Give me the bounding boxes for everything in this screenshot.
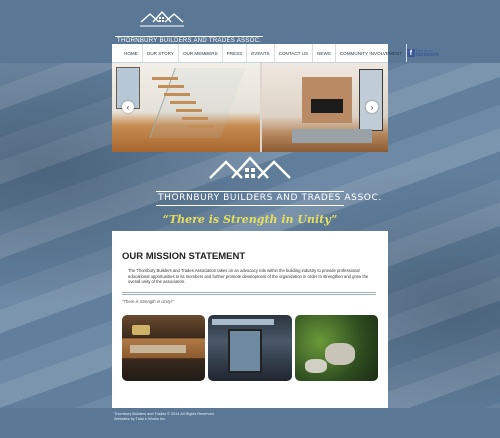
gallery-photo-kitchen[interactable] [122, 315, 206, 381]
facebook-link[interactable]: f Find us on facebook [406, 49, 439, 58]
mission-body: The Thornbury Builders and Trades Associ… [128, 268, 369, 285]
facebook-text: Find us on facebook [415, 49, 439, 58]
main-nav: HOME OUR STORY OUR MEMBERS PRESS EVENTS … [112, 44, 439, 63]
divider [122, 292, 376, 293]
footer-credit-link[interactable]: Websites by Tidal e-Works Inc. [114, 417, 166, 422]
nav-item-contact-us[interactable]: CONTACT US [275, 44, 314, 62]
chevron-left-icon: ‹ [126, 102, 130, 112]
slider-image-staircase [112, 63, 260, 152]
brand-rule-top [156, 191, 344, 192]
gallery-photo-garden[interactable] [294, 315, 378, 381]
facebook-big-text: facebook [415, 52, 439, 58]
nav-item-our-story[interactable]: OUR STORY [143, 44, 179, 62]
mission-title: OUR MISSION STATEMENT [122, 251, 246, 262]
chevron-right-icon: › [370, 102, 374, 112]
nav-item-our-members[interactable]: OUR MEMBERS [179, 44, 223, 62]
nav-item-news[interactable]: NEWS [313, 44, 336, 62]
slider-prev-button[interactable]: ‹ [122, 101, 134, 113]
facebook-icon: f [406, 49, 415, 57]
mission-quote: "There is Strength in Unity!" [122, 299, 174, 304]
nav-item-community-involvement[interactable]: COMMUNITY INVOLVEMENT [336, 44, 407, 62]
nav-item-press[interactable]: PRESS [223, 44, 248, 62]
brand-rule-bottom [156, 205, 344, 206]
houses-logo-icon [209, 156, 291, 179]
houses-logo-icon [140, 10, 184, 27]
tagline: “There is Strength in Unity” [162, 213, 338, 226]
hero-slider: ‹ › [112, 63, 388, 152]
slider-next-button[interactable]: › [366, 101, 378, 113]
page-container: THORNBURY BUILDERS AND TRADES ASSOC. HOM… [112, 0, 439, 421]
nav-item-home[interactable]: HOME [112, 44, 143, 62]
photo-gallery [122, 315, 378, 381]
brand-banner: THORNBURY BUILDERS AND TRADES ASSOC. “Th… [112, 152, 388, 230]
footer: Thornbury Builders and Trades © 2014 All… [112, 408, 388, 438]
brand-name: THORNBURY BUILDERS AND TRADES ASSOC. [158, 193, 382, 203]
main-content: OUR MISSION STATEMENT The Thornbury Buil… [112, 231, 388, 408]
nav-item-events[interactable]: EVENTS [247, 44, 275, 62]
gallery-photo-machinery[interactable] [208, 315, 292, 381]
divider [122, 294, 376, 295]
